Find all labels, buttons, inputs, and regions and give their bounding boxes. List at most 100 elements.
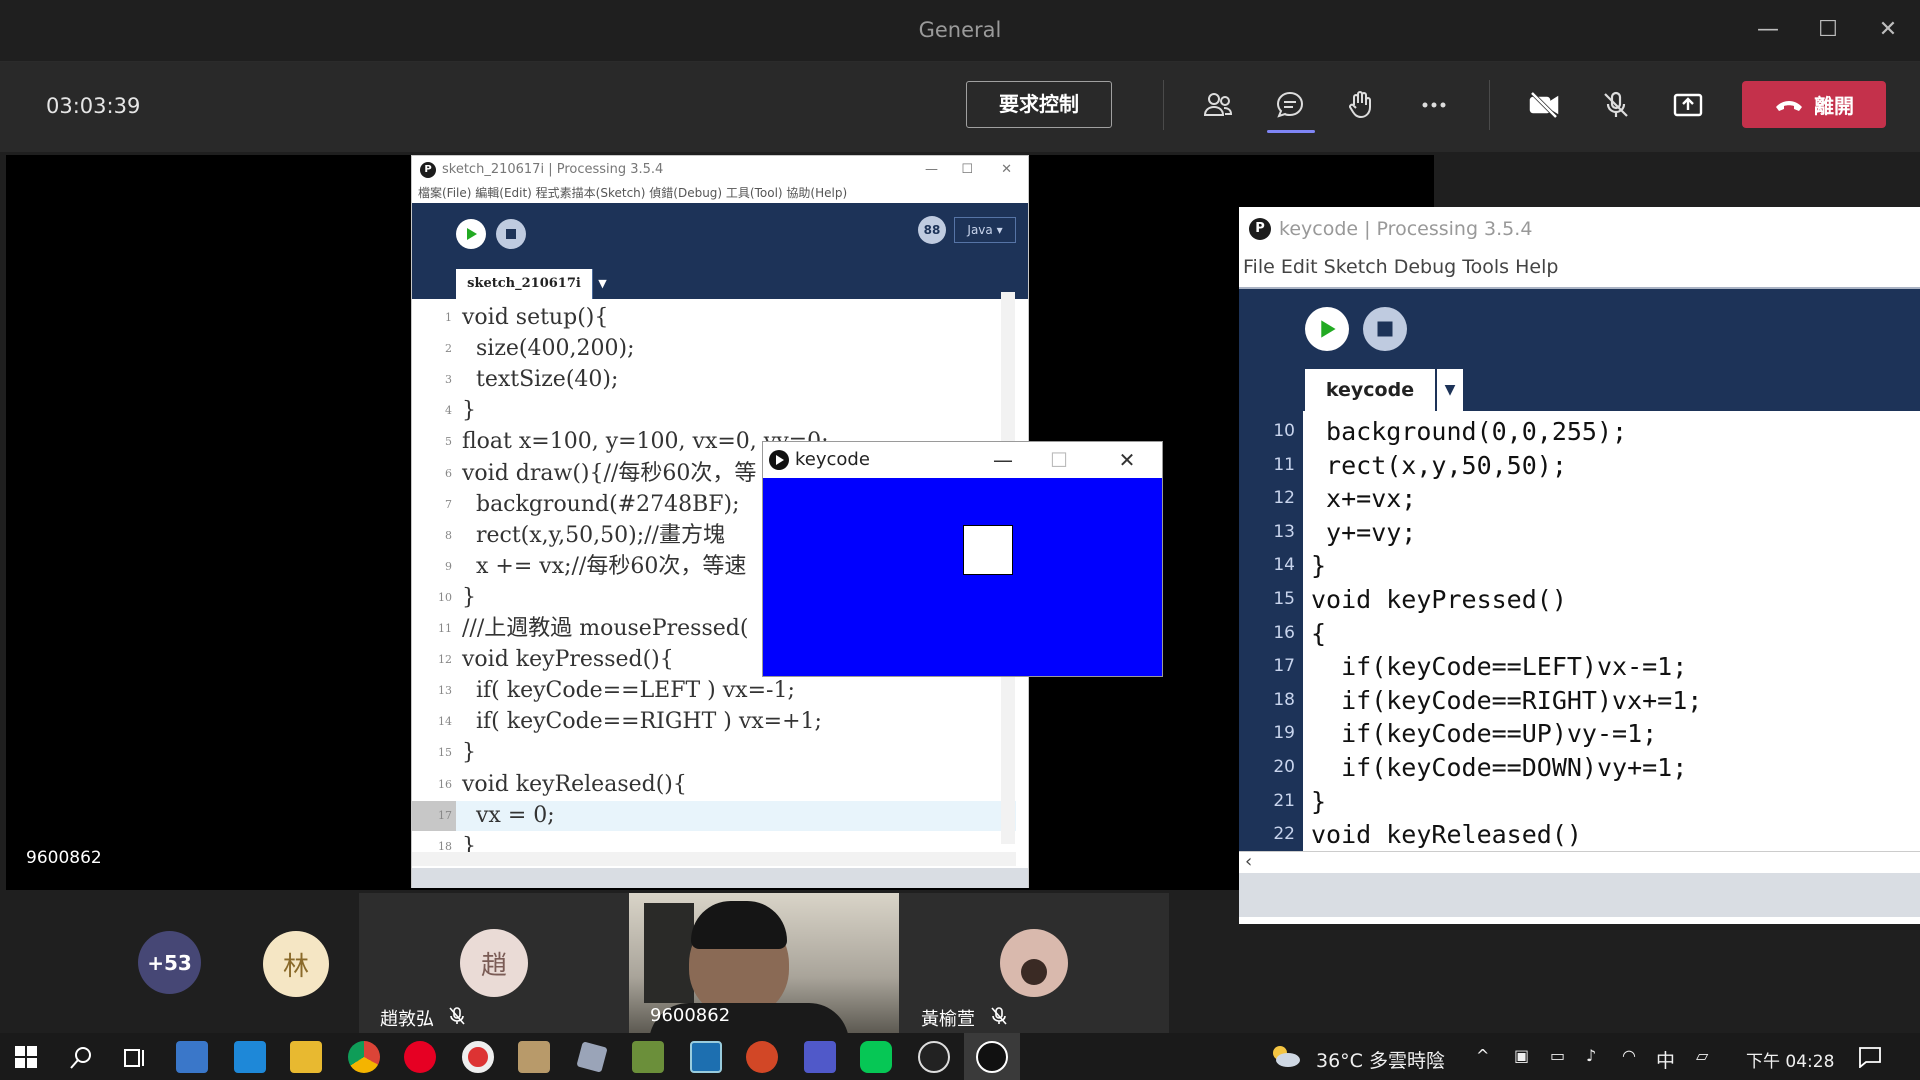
code-line[interactable]: 16 { <box>1239 617 1920 650</box>
raise-hand-icon[interactable] <box>1337 82 1387 128</box>
horizontal-scrollbar[interactable]: ‹ <box>1239 851 1920 873</box>
windows-start-icon[interactable] <box>14 1045 38 1069</box>
code-line[interactable]: 14} <box>1239 549 1920 582</box>
maximize-button[interactable]: ☐ <box>1808 12 1848 48</box>
code-line[interactable]: 15} <box>412 738 1016 769</box>
horizontal-scrollbar[interactable] <box>412 852 1016 866</box>
more-actions-icon[interactable] <box>1409 82 1459 128</box>
stop-button[interactable] <box>496 219 526 249</box>
code-line[interactable]: 13 if( keyCode==LEFT ) vx=-1; <box>412 676 1016 707</box>
code-line[interactable]: 22 void keyReleased() <box>1239 818 1920 851</box>
ide-menu[interactable]: File Edit Sketch Debug Tools Help <box>1239 251 1920 289</box>
app-icon[interactable] <box>690 1041 722 1073</box>
line-number: 12 <box>438 653 452 667</box>
teams-icon[interactable] <box>804 1041 836 1073</box>
code-text: size(400,200); <box>462 336 635 362</box>
code-line[interactable]: 17 vx = 0; <box>412 800 1016 832</box>
participants-icon[interactable] <box>1193 82 1243 128</box>
ime-mode-icon[interactable]: ▱ <box>1696 1046 1708 1065</box>
chrome-icon[interactable] <box>348 1041 380 1073</box>
code-line[interactable]: 18 if(keyCode==RIGHT)vx+=1; <box>1239 684 1920 717</box>
line-icon[interactable] <box>860 1041 892 1073</box>
line-number: 16 <box>1273 622 1295 643</box>
code-line[interactable]: 14 if( keyCode==RIGHT ) vx=+1; <box>412 707 1016 738</box>
tab-menu-arrow-icon[interactable]: ▼ <box>1435 369 1463 411</box>
code-text: textSize(40); <box>462 367 619 393</box>
leave-call-button[interactable]: 離開 <box>1742 81 1886 128</box>
app-icon[interactable] <box>518 1041 550 1073</box>
code-line[interactable]: 17 if(keyCode==LEFT)vx-=1; <box>1239 650 1920 683</box>
tray-expand-icon[interactable]: ^ <box>1476 1046 1489 1065</box>
code-line[interactable]: 11 rect(x,y,50,50); <box>1239 449 1920 482</box>
minecraft-icon[interactable] <box>632 1041 664 1073</box>
stop-button[interactable] <box>1363 307 1407 351</box>
avatar[interactable]: 林 <box>263 931 329 997</box>
device-icon[interactable]: ▣ <box>1514 1046 1529 1065</box>
mail-icon[interactable] <box>234 1041 266 1073</box>
search-icon[interactable] <box>68 1045 94 1071</box>
code-line[interactable]: 16 void keyReleased(){ <box>412 770 1016 801</box>
battery-icon[interactable]: ▭ <box>1550 1046 1565 1065</box>
code-line[interactable]: 12 x+=vx; <box>1239 482 1920 515</box>
share-screen-icon[interactable] <box>1663 82 1713 128</box>
code-line[interactable]: 19 if(keyCode==UP)vy-=1; <box>1239 717 1920 750</box>
line-number: 16 <box>438 777 452 791</box>
app-icon[interactable] <box>462 1041 494 1073</box>
maximize-icon[interactable]: ☐ <box>961 156 973 183</box>
weather-text[interactable]: 36°C 多雲時陰 <box>1316 1046 1445 1073</box>
stop-icon <box>1377 321 1393 337</box>
minimize-icon[interactable]: — <box>975 442 1031 478</box>
volume-icon[interactable]: ♪ <box>1586 1046 1596 1065</box>
run-button[interactable] <box>1305 307 1349 351</box>
task-view-icon[interactable] <box>122 1045 148 1071</box>
run-button[interactable] <box>456 219 486 249</box>
request-control-button[interactable]: 要求控制 <box>966 81 1112 128</box>
code-line[interactable]: 10 background(0,0,255); <box>1239 415 1920 448</box>
tab-sketch[interactable]: sketch_210617i <box>456 269 592 299</box>
scroll-left-icon[interactable]: ‹ <box>1245 851 1252 872</box>
ime-indicator[interactable]: 中 <box>1656 1046 1675 1073</box>
wifi-icon[interactable]: ◠ <box>1622 1046 1636 1065</box>
sketch-app-icon <box>769 450 789 470</box>
notification-icon[interactable] <box>1858 1046 1882 1068</box>
code-line[interactable]: 15 void keyPressed() <box>1239 583 1920 616</box>
code-text: rect(x,y,50,50);//畫方塊 <box>462 522 725 548</box>
code-line[interactable]: 3 textSize(40); <box>412 365 1016 396</box>
window-title: General <box>918 18 1002 42</box>
pinterest-icon[interactable] <box>404 1041 436 1073</box>
overflow-participants-button[interactable]: +53 <box>138 931 201 994</box>
code-editor[interactable]: 10 background(0,0,255); 11 rect(x,y,50,50… <box>1239 411 1920 851</box>
code-text: x+=vx; <box>1311 484 1417 514</box>
code-line[interactable]: 13 y+=vy; <box>1239 516 1920 549</box>
camera-off-icon[interactable] <box>1519 82 1569 128</box>
sketch-canvas[interactable] <box>763 478 1162 676</box>
close-icon[interactable]: ✕ <box>1099 442 1155 478</box>
minimize-button[interactable]: — <box>1748 12 1788 48</box>
sketch-app-icon[interactable] <box>976 1041 1008 1073</box>
line-number: 17 <box>1273 656 1295 677</box>
chat-icon[interactable] <box>1265 82 1315 128</box>
mic-off-icon[interactable] <box>1591 82 1641 128</box>
code-line[interactable]: 1 void setup(){ <box>412 303 1016 334</box>
code-line[interactable]: 4} <box>412 396 1016 427</box>
code-line[interactable]: 21} <box>1239 785 1920 818</box>
code-line[interactable]: 20 if(keyCode==DOWN)vy+=1; <box>1239 751 1920 784</box>
ide-menu[interactable]: 檔案(File) 編輯(Edit) 程式素描本(Sketch) 偵錯(Debug… <box>412 183 1028 203</box>
powerpoint-icon[interactable] <box>746 1041 778 1073</box>
clock[interactable]: 下午 04:28 <box>1746 1047 1834 1072</box>
code-line[interactable]: 2 size(400,200); <box>412 334 1016 365</box>
close-icon[interactable]: ✕ <box>1001 156 1012 183</box>
file-explorer-icon[interactable] <box>290 1041 322 1073</box>
processing-icon[interactable] <box>918 1041 950 1073</box>
mode-select[interactable]: Java ▾ <box>954 217 1016 243</box>
hang-up-icon <box>1776 100 1802 111</box>
tab-keycode[interactable]: keycode <box>1305 369 1435 411</box>
app-icon[interactable] <box>576 1041 608 1073</box>
debugger-icon[interactable]: 88 <box>918 216 946 244</box>
close-button[interactable]: ✕ <box>1868 12 1908 48</box>
tab-menu-arrow-icon[interactable]: ▼ <box>592 269 612 299</box>
mic-off-icon <box>991 1007 1007 1025</box>
minimize-icon[interactable]: — <box>925 156 938 183</box>
store-icon[interactable] <box>176 1041 208 1073</box>
maximize-icon[interactable]: ☐ <box>1031 442 1087 478</box>
